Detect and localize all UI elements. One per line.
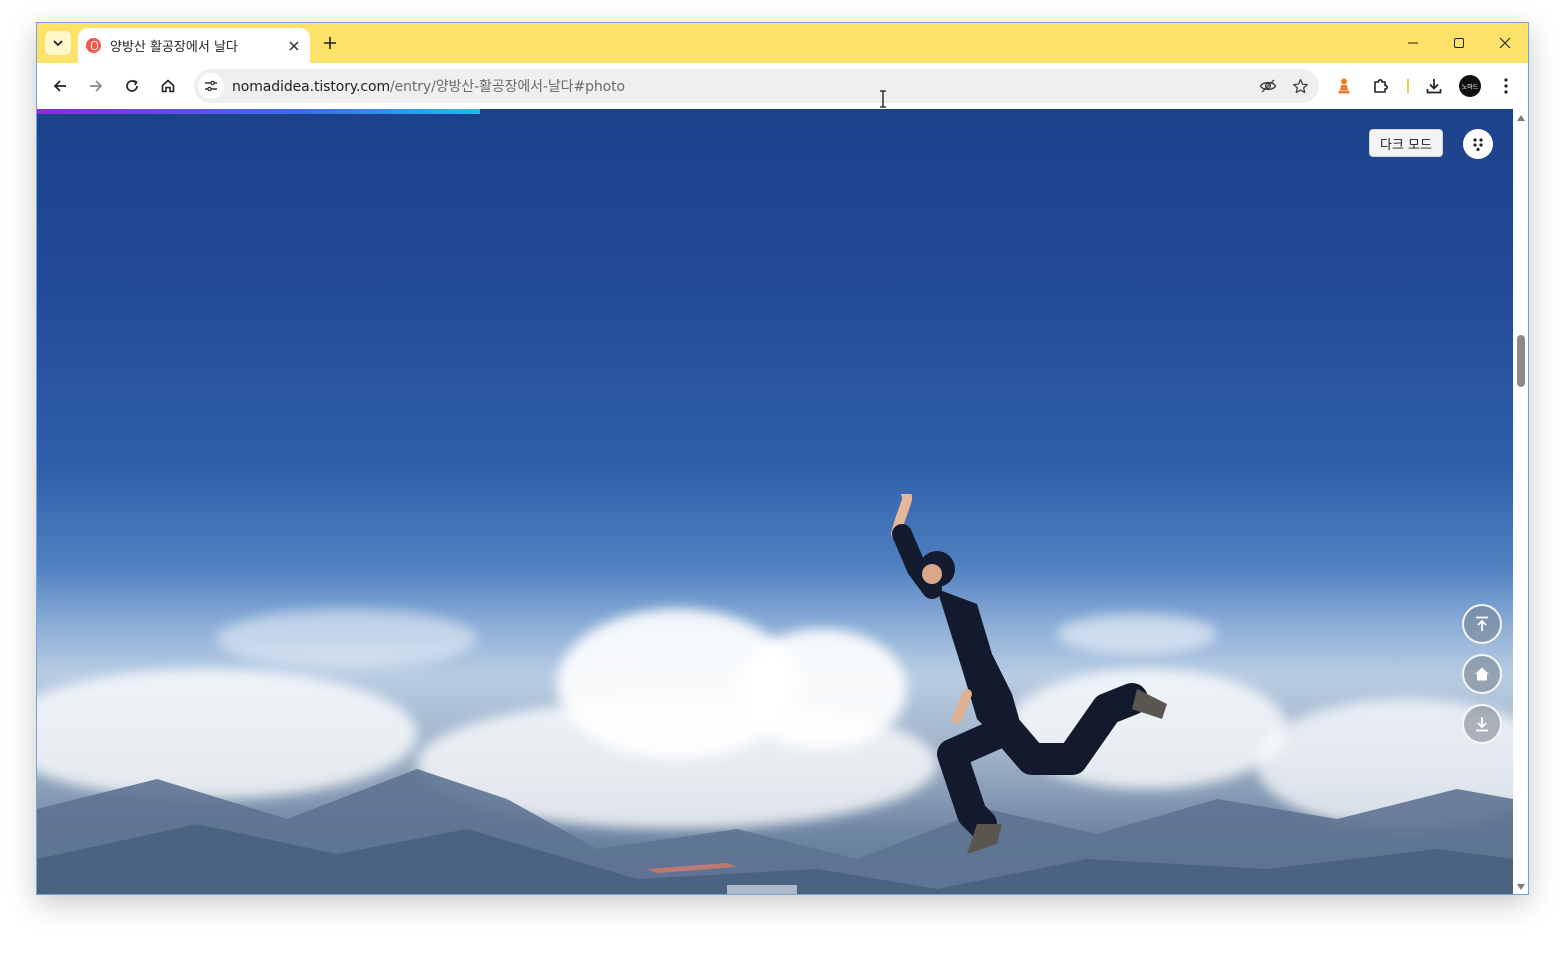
tab-strip: 양방산 활공장에서 날다 (37, 23, 1528, 63)
address-bar[interactable]: nomadidea.tistory.com/entry/양방산-활공장에서-날다… (194, 69, 1319, 103)
home-icon (1475, 667, 1489, 681)
home-button[interactable] (154, 72, 182, 100)
site-info-button[interactable] (198, 73, 224, 99)
scroll-bottom-icon (1476, 717, 1488, 732)
photo-viewport: 다크 모드 (37, 109, 1513, 894)
profile-avatar[interactable]: 노마드 (1459, 75, 1481, 97)
chevron-down-icon (53, 40, 63, 47)
browser-menu-button[interactable] (1493, 73, 1519, 99)
url-text[interactable]: nomadidea.tistory.com/entry/양방산-활공장에서-날다… (232, 76, 1255, 96)
dots-menu-icon (1473, 138, 1483, 151)
browser-toolbar: nomadidea.tistory.com/entry/양방산-활공장에서-날다… (37, 63, 1528, 109)
url-host: nomadidea.tistory.com (232, 79, 390, 95)
extension-button[interactable] (1331, 73, 1357, 99)
more-vertical-icon (1504, 78, 1508, 94)
mountain-range (37, 769, 1513, 894)
scroll-down-arrow-icon[interactable] (1517, 884, 1525, 890)
reload-icon (126, 79, 138, 92)
new-tab-button[interactable] (318, 31, 342, 55)
close-icon (289, 40, 299, 51)
back-button[interactable] (46, 72, 74, 100)
maximize-icon (1454, 38, 1464, 48)
reading-progress-bar (37, 109, 480, 114)
dark-mode-button[interactable]: 다크 모드 (1369, 129, 1443, 157)
tab-title: 양방산 활공장에서 날다 (110, 40, 238, 55)
home-icon (161, 79, 175, 93)
minimize-button[interactable] (1390, 23, 1436, 63)
chess-pawn-icon (1338, 78, 1350, 94)
close-icon (1499, 37, 1511, 49)
downloads-button[interactable] (1421, 73, 1447, 99)
scroll-top-icon (1476, 616, 1488, 631)
blog-menu-button[interactable] (1463, 129, 1493, 159)
bookmark-button[interactable] (1287, 73, 1313, 99)
scroll-thumb[interactable] (1517, 335, 1525, 387)
extensions-menu-button[interactable] (1368, 73, 1394, 99)
tune-icon (205, 80, 217, 92)
text-cursor-icon (880, 90, 886, 108)
active-tab[interactable]: 양방산 활공장에서 날다 (78, 28, 310, 63)
eye-off-icon (1259, 79, 1277, 93)
forward-button[interactable] (82, 72, 110, 100)
scroll-bottom-button[interactable] (1462, 704, 1502, 744)
puzzle-icon (1374, 79, 1388, 93)
home-float-button[interactable] (1462, 654, 1502, 694)
jumping-person (891, 494, 1167, 854)
arrow-left-icon (53, 80, 66, 92)
plus-icon (324, 37, 336, 49)
minimize-icon (1408, 42, 1418, 44)
site-favicon-icon (86, 38, 101, 53)
browser-window: 양방산 활공장에서 날다 nomadidea.tistory.com/entry… (36, 22, 1529, 895)
download-icon (1426, 79, 1442, 94)
toolbar-separator (1407, 79, 1409, 93)
tab-close-button[interactable] (284, 36, 304, 56)
page-scrollbar[interactable] (1513, 109, 1528, 894)
close-window-button[interactable] (1482, 23, 1528, 63)
scroll-up-arrow-icon[interactable] (1517, 115, 1525, 121)
arrow-right-icon (90, 80, 103, 92)
maximize-button[interactable] (1436, 23, 1482, 63)
tab-search-button[interactable] (45, 31, 71, 55)
star-icon (1292, 78, 1308, 93)
scroll-top-button[interactable] (1462, 604, 1502, 644)
tracking-protection-button[interactable] (1255, 73, 1281, 99)
reload-button[interactable] (118, 72, 146, 100)
url-path: /entry/양방산-활공장에서-날다#photo (389, 79, 625, 95)
